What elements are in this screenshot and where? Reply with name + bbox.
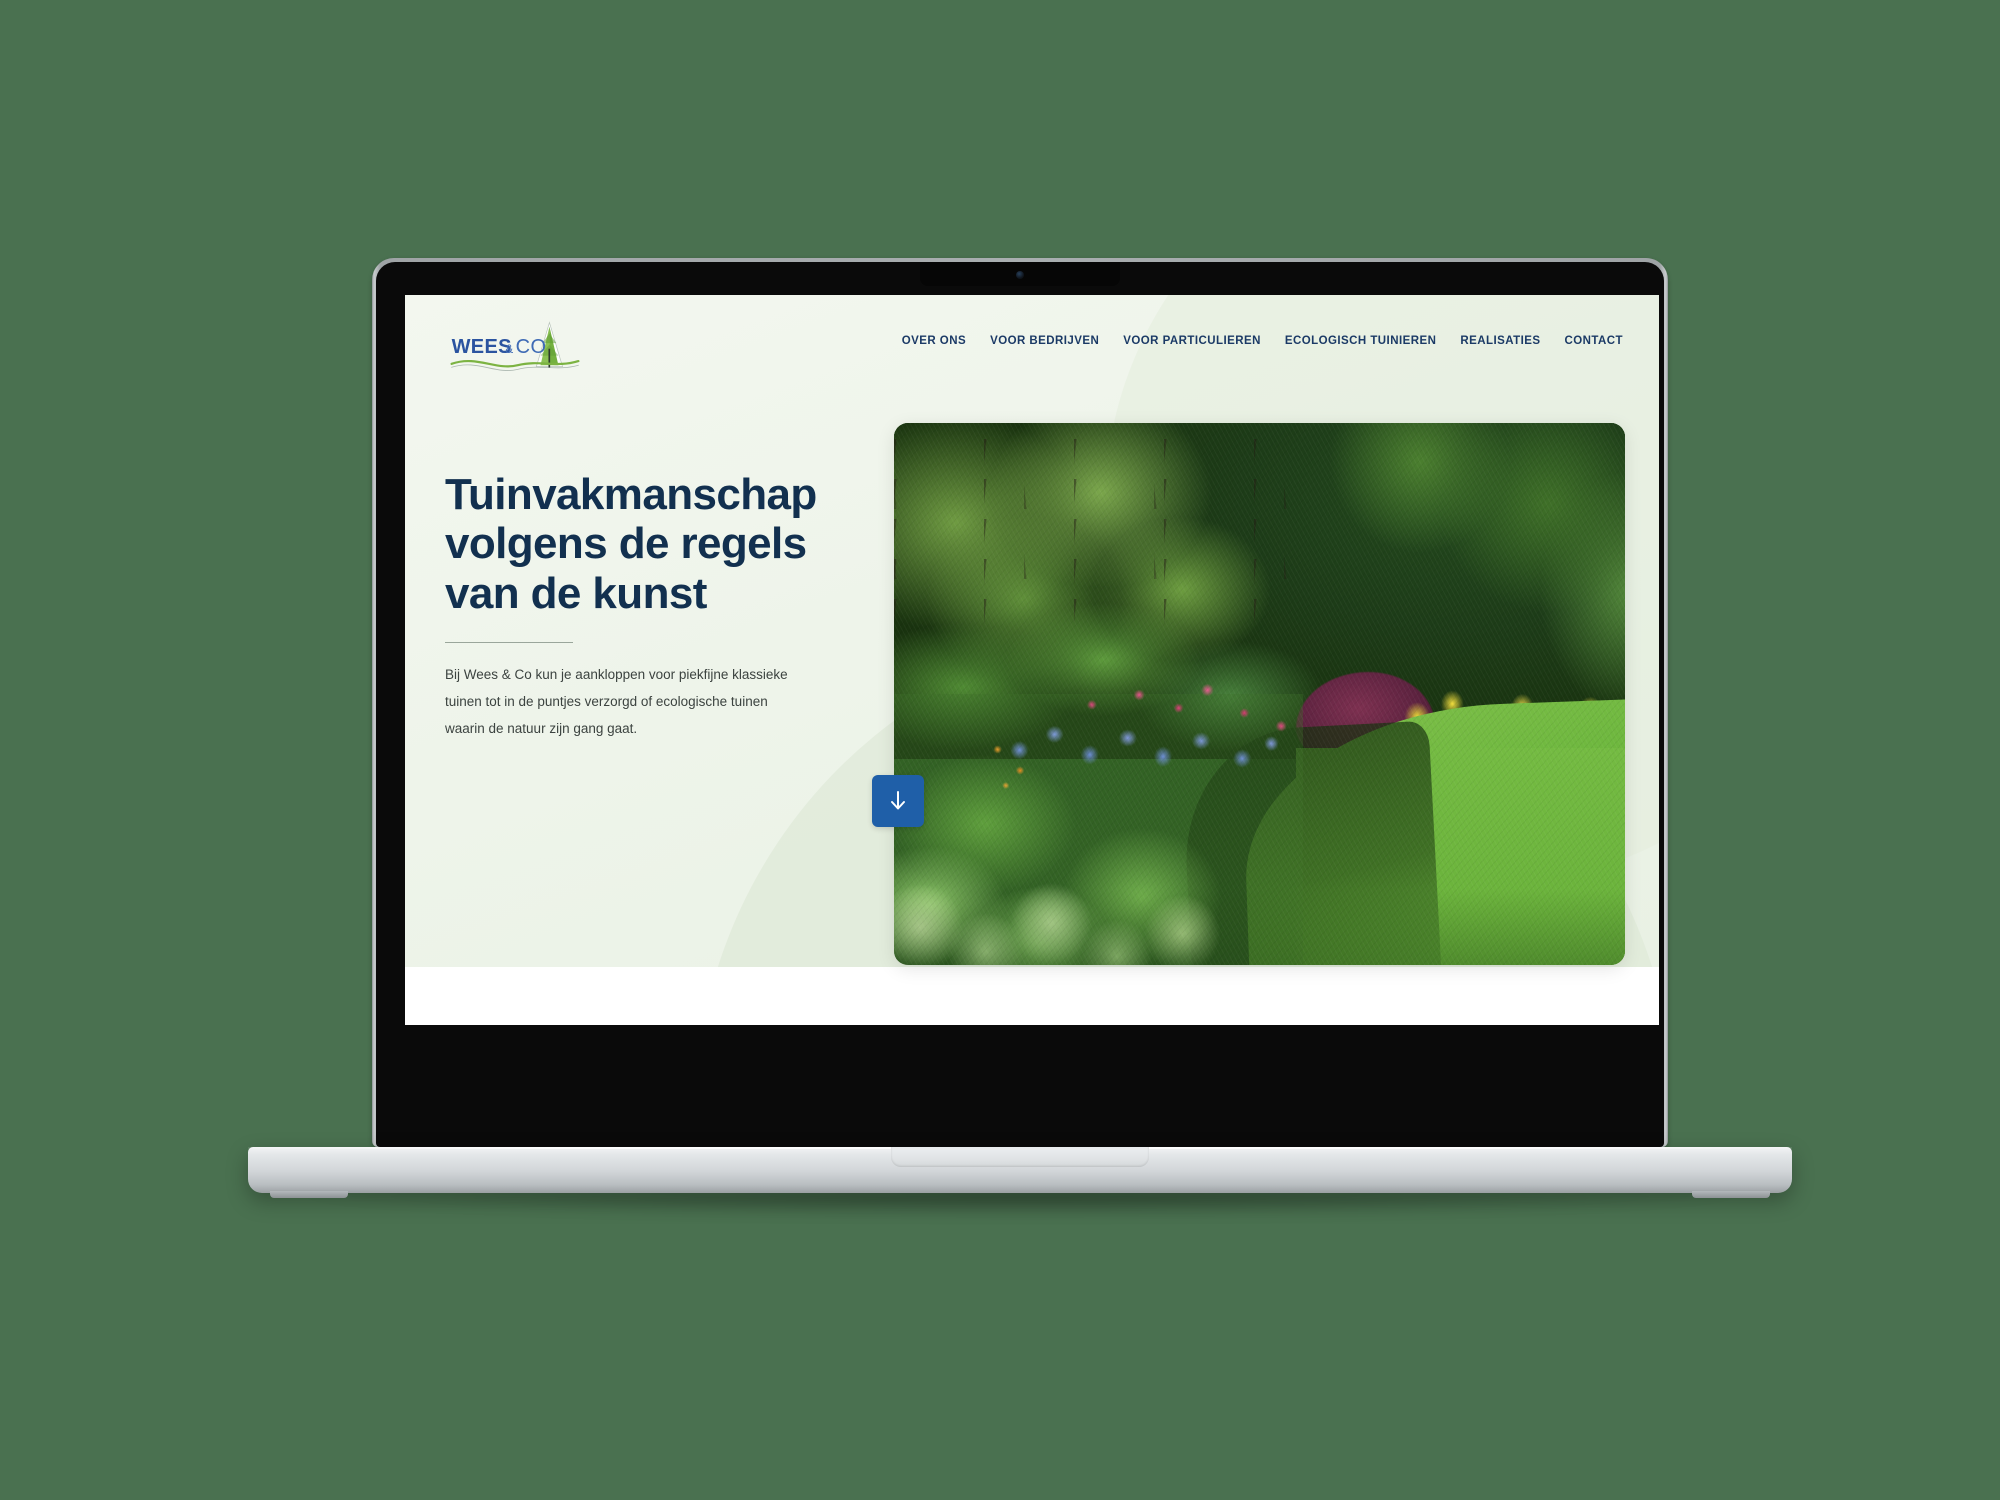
nav-voor-bedrijven[interactable]: VOOR BEDRIJVEN (990, 335, 1099, 347)
hero-paragraph: Bij Wees & Co kun je aankloppen voor pie… (445, 666, 788, 736)
hero-title-line-1: Tuinvakmanschap (445, 470, 817, 519)
laptop-lid: WEES & CO OVER ONS VOOR BEDRIJVEN VOOR P… (372, 258, 1668, 1147)
site-header: WEES & CO OVER ONS VOOR BEDRIJVEN VOOR P… (405, 295, 1659, 405)
hero-title-line-3: van de kunst (445, 568, 707, 618)
scroll-down-button[interactable] (872, 775, 924, 827)
logo-word-co: CO (516, 336, 547, 358)
garden-texture-overlay (894, 423, 1625, 965)
hero-divider (445, 641, 573, 643)
hero-copy: Tuinvakmanschap volgens de regels van de… (445, 470, 865, 742)
hero-title-line-2: volgens de regels (445, 519, 807, 569)
laptop-base (248, 1147, 1792, 1198)
laptop-foot-right (1692, 1191, 1770, 1198)
laptop-foot-left (270, 1191, 348, 1198)
nav-voor-particulieren[interactable]: VOOR PARTICULIEREN (1123, 335, 1261, 347)
website-page: WEES & CO OVER ONS VOOR BEDRIJVEN VOOR P… (405, 295, 1659, 1025)
hero-title: Tuinvakmanschap volgens de regels van de… (445, 470, 865, 618)
garden-hero-image (894, 423, 1625, 965)
laptop-mockup: WEES & CO OVER ONS VOOR BEDRIJVEN VOOR P… (0, 0, 2000, 1500)
nav-contact[interactable]: CONTACT (1564, 335, 1623, 347)
laptop-drop-shadow (300, 1192, 1740, 1218)
nav-ecologisch-tuinieren[interactable]: ECOLOGISCH TUINIEREN (1285, 335, 1436, 347)
logo-ampersand: & (505, 343, 513, 356)
arrow-down-icon (891, 791, 905, 810)
screen-bezel: WEES & CO OVER ONS VOOR BEDRIJVEN VOOR P… (376, 262, 1664, 1147)
webcam-notch (920, 262, 1120, 286)
wees-and-co-logo[interactable]: WEES & CO (445, 317, 585, 379)
logo-word-wees: WEES (452, 336, 512, 358)
nav-over-ons[interactable]: OVER ONS (902, 335, 966, 347)
laptop-lid-opening-notch (891, 1147, 1149, 1167)
hero-bottom-white-strip (405, 967, 1659, 1025)
browser-viewport: WEES & CO OVER ONS VOOR BEDRIJVEN VOOR P… (405, 295, 1659, 1025)
nav-realisaties[interactable]: REALISATIES (1460, 335, 1540, 347)
camera-icon (1016, 271, 1024, 279)
main-navigation: OVER ONS VOOR BEDRIJVEN VOOR PARTICULIER… (902, 335, 1623, 347)
